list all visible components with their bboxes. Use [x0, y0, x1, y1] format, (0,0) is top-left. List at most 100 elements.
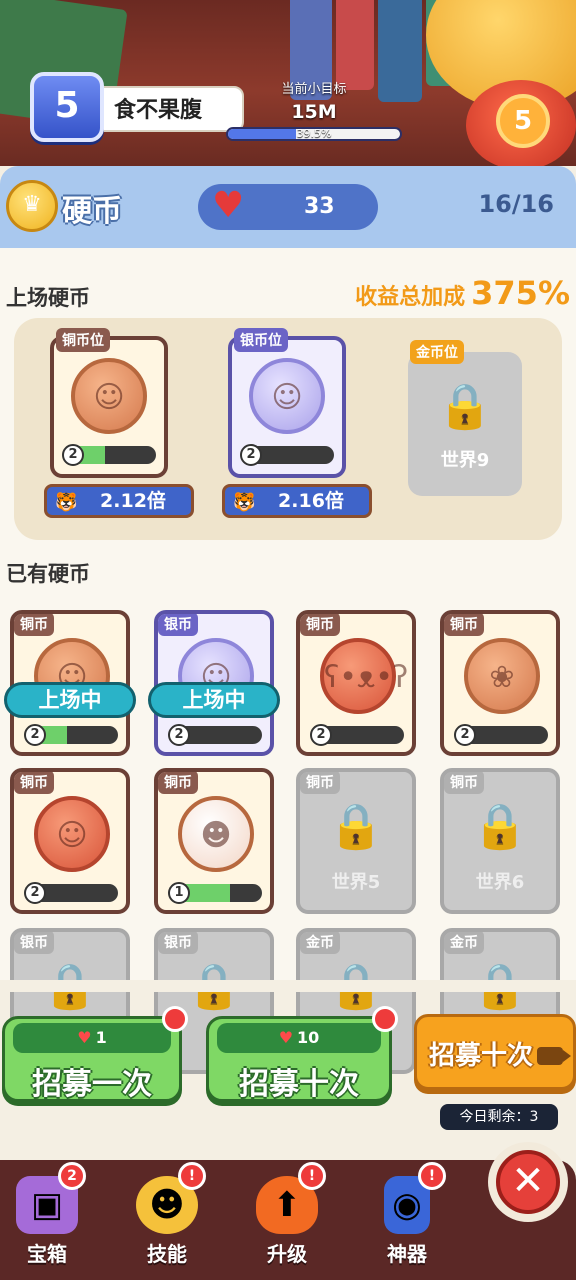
heart-icon: ♥ — [278, 1028, 294, 1047]
bonus-label: 收益总加成 — [355, 285, 466, 310]
locked-coin-card[interactable]: 铜币 🔒 世界6 — [440, 768, 560, 914]
unlock-requirement: 世界9 — [440, 450, 490, 471]
girl-portrait-icon: ☺ — [249, 358, 325, 434]
coin-tag: 铜币 — [444, 772, 484, 794]
coin-tag: 铜币 — [14, 772, 54, 794]
coin-tag: 铜币 — [14, 614, 54, 636]
heart-count: 33 — [304, 194, 335, 219]
alert-badge: ! — [178, 1162, 206, 1190]
coin-level: 2 — [310, 724, 332, 746]
nav-item-skills[interactable]: ☻ 技能 ! — [122, 1162, 212, 1270]
coin-tag: 金币 — [300, 932, 340, 954]
bear-face-icon: ʕ•ᴥ•ʔ — [320, 638, 408, 714]
recruit-once-label: 招募一次 — [32, 1067, 152, 1102]
onfield-section-title: 上场硬币 — [6, 286, 90, 310]
nav-item-chest[interactable]: ▣ 宝箱 2 — [2, 1162, 92, 1270]
notification-dot — [162, 1006, 188, 1032]
coin-tag: 铜币 — [444, 614, 484, 636]
level-badge: 5 — [30, 72, 104, 142]
lock-icon: 🔒 — [472, 801, 528, 852]
nav-label: 技能 — [147, 1242, 187, 1266]
multiplier-ribbon: 🐯 2.16倍 — [222, 484, 372, 518]
level-name: 食不果腹 — [94, 86, 244, 132]
unlock-requirement: 世界6 — [475, 872, 525, 893]
coin-decoration: 5 — [496, 94, 550, 148]
lock-icon: 🔒 — [328, 801, 384, 852]
owned-coin-card[interactable]: 铜币 ❀ 2 — [440, 610, 560, 756]
alert-badge: ! — [298, 1162, 326, 1190]
crown-coin-icon: ♛ — [6, 180, 58, 232]
coin-tag: 铜币 — [158, 772, 198, 794]
owned-coin-card[interactable]: 铜币 ☺ 2 — [10, 768, 130, 914]
coin-header: ♛ 硬币 ♥ 33 16/16 — [0, 166, 576, 248]
notification-dot — [372, 1006, 398, 1032]
coin-tag: 金币 — [444, 932, 484, 954]
coin-level: 2 — [240, 444, 262, 466]
nav-label: 神器 — [387, 1242, 427, 1266]
onfield-label: 上场中 — [4, 682, 136, 718]
goal-progress-bar: 39.5% — [226, 127, 402, 141]
badge-count: 2 — [58, 1162, 86, 1190]
owned-coin-card[interactable]: 铜币 ☻ 1 — [154, 768, 274, 914]
unlock-requirement: 世界5 — [331, 872, 381, 893]
recruit-ten-label: 招募十次 — [239, 1067, 359, 1102]
coin-level: 2 — [62, 444, 84, 466]
book-decoration — [336, 0, 374, 90]
recruit-once-cost: 1 — [95, 1028, 107, 1047]
coin-panel: 上场硬币 收益总加成 375% 铜币位 ☺ 2 🐯 2.12倍 银币位 ☺ 2 🐯 2… — [0, 248, 576, 1074]
video-icon — [537, 1047, 571, 1065]
man-portrait-icon: ☺ — [34, 796, 110, 872]
heart-icon: ♥ — [77, 1028, 92, 1047]
coin-tag: 银币 — [158, 614, 198, 636]
locked-coin-card[interactable]: 铜币 🔒 世界5 — [296, 768, 416, 914]
goal-title: 当前小目标 — [281, 82, 347, 97]
heart-counter: ♥ 33 — [198, 184, 378, 230]
slot-tag: 金币位 — [410, 340, 464, 364]
remaining-count: 今日剩余：3 — [440, 1104, 558, 1130]
coin-title: 硬币 — [62, 194, 122, 229]
onfield-slot-silver[interactable]: 银币位 ☺ 2 — [228, 328, 346, 478]
onfield-slot-gold-locked[interactable]: 金币位 🔒 世界9 — [408, 340, 522, 496]
bonus-value: 375% — [471, 274, 570, 312]
slot-tag: 铜币位 — [56, 328, 110, 352]
recruit-ad-label: 招募十次 — [429, 1041, 534, 1071]
ball-decoration: 5 — [466, 80, 576, 166]
coin-level: 2 — [168, 724, 190, 746]
lock-icon: 🔒 — [437, 381, 493, 432]
recruit-ten-cost: 10 — [297, 1028, 320, 1047]
top-scene: 5 5 食不果腹 当前小目标 15M 39.5% — [0, 0, 576, 166]
owned-coin-card[interactable]: 铜币 ʕ•ᴥ•ʔ 2 — [296, 610, 416, 756]
coin-level: 2 — [24, 882, 46, 904]
close-icon: ✕ — [496, 1150, 560, 1214]
coin-tag: 银币 — [14, 932, 54, 954]
goal-value: 15M — [291, 101, 337, 123]
coin-tag: 铜币 — [300, 772, 340, 794]
coin-level: 1 — [168, 882, 190, 904]
recruit-ten-ad-button[interactable]: 招募十次 — [414, 1014, 576, 1090]
recruit-once-button[interactable]: ♥ 1 招募一次 — [2, 1016, 182, 1102]
recruit-ten-button[interactable]: ♥ 10 招募十次 — [206, 1016, 392, 1102]
alert-badge: ! — [418, 1162, 446, 1190]
hamster-icon: ❀ — [464, 638, 540, 714]
coin-tag: 铜币 — [300, 614, 340, 636]
coin-capacity: 16/16 — [478, 190, 554, 218]
coin-level: 2 — [24, 724, 46, 746]
panel-divider — [0, 980, 576, 992]
bonus-display: 收益总加成 375% — [355, 274, 570, 312]
slot-tag: 银币位 — [234, 328, 288, 352]
coin-level: 2 — [454, 724, 476, 746]
multiplier-ribbon: 🐯 2.12倍 — [44, 484, 194, 518]
close-button[interactable]: ✕ — [488, 1142, 568, 1222]
onfield-slot-copper[interactable]: 铜币位 ☺ 2 — [50, 328, 168, 478]
nav-label: 宝箱 — [27, 1242, 67, 1266]
tiger-icon: 🐯 — [55, 492, 78, 513]
nav-item-upgrade[interactable]: ⬆ 升级 ! — [242, 1162, 332, 1270]
recruit-cost: ♥ 1 — [13, 1023, 171, 1053]
goal-widget[interactable]: 当前小目标 15M 39.5% — [226, 78, 402, 141]
coin-tag: 银币 — [158, 932, 198, 954]
onfield-label: 上场中 — [148, 682, 280, 718]
woman-portrait-icon: ☺ — [71, 358, 147, 434]
onfield-slots: 铜币位 ☺ 2 🐯 2.12倍 银币位 ☺ 2 🐯 2.16倍 金币位 🔒 世界9 — [14, 318, 562, 540]
nav-item-artifact[interactable]: ◉ 神器 ! — [362, 1162, 452, 1270]
multiplier-value: 2.12倍 — [100, 490, 166, 512]
